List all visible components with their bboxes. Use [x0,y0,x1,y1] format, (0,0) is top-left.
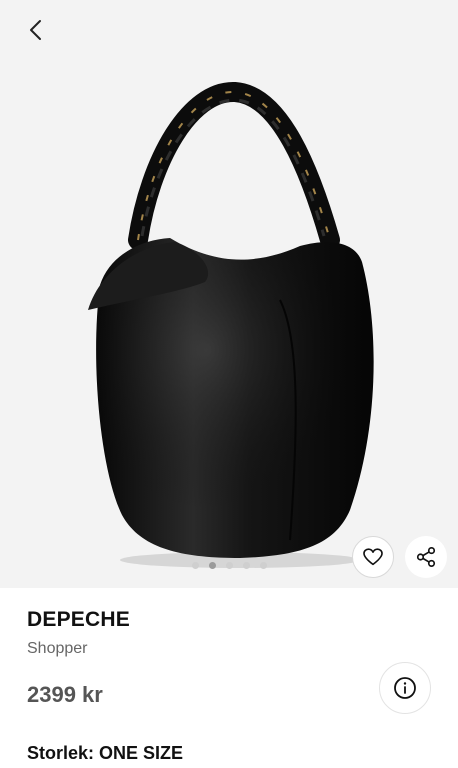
pagination-dot[interactable] [191,562,199,569]
back-button[interactable] [20,14,52,46]
pagination-dot-active[interactable] [208,562,216,569]
pagination-dot[interactable] [259,562,267,569]
product-brand: DEPECHE [27,608,130,631]
product-type: Shopper [27,640,88,657]
pagination-dot[interactable] [242,562,250,569]
share-button[interactable] [405,536,447,578]
product-image-gallery[interactable] [0,0,458,588]
favorite-button[interactable] [352,536,394,578]
heart-icon [363,548,383,566]
info-button[interactable] [379,662,431,714]
product-info: DEPECHE Shopper 2399 kr Storlek: ONE SIZ… [0,588,458,768]
product-price: 2399 kr [27,682,103,707]
share-icon [416,547,436,567]
product-image [88,82,374,568]
chevron-left-icon [30,20,41,40]
size-label: Storlek: ONE SIZE [27,743,184,763]
pagination-dot[interactable] [225,562,233,569]
info-icon [394,677,416,699]
